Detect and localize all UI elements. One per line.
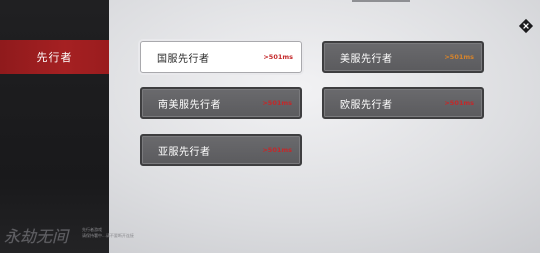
server-name: 国服先行者 [157, 53, 210, 65]
server-name: 欧服先行者 [340, 99, 393, 111]
server-button-sa[interactable]: 南美服先行者 >501ms [140, 87, 302, 119]
server-button-eu[interactable]: 欧服先行者 >501ms [322, 87, 484, 119]
top-indicator [352, 0, 410, 2]
tab-pioneer[interactable]: 先行者 [0, 40, 109, 74]
server-button-asia[interactable]: 亚服先行者 >501ms [140, 134, 302, 166]
game-logo: 永劫无间 [4, 227, 70, 246]
footer-notice: 先行者游戏 请保持署中...请不要断开连接 [82, 227, 134, 239]
tab-pioneer-label: 先行者 [36, 51, 73, 64]
server-button-cn[interactable]: 国服先行者 >501ms [140, 41, 302, 73]
server-name: 南美服先行者 [158, 99, 221, 111]
server-name: 亚服先行者 [158, 146, 211, 158]
server-name: 美服先行者 [340, 53, 393, 65]
footer-line-2: 请保持署中...请不要断开连接 [82, 233, 134, 238]
server-ping: >501ms [262, 99, 292, 107]
sidebar: 先行者 永劫无间 [0, 0, 109, 253]
server-ping: >501ms [444, 53, 474, 61]
close-icon[interactable] [517, 17, 535, 35]
server-button-us[interactable]: 美服先行者 >501ms [322, 41, 484, 73]
svg-text:永劫无间: 永劫无间 [4, 227, 70, 246]
server-ping: >501ms [444, 99, 474, 107]
server-ping: >501ms [263, 53, 293, 61]
server-ping: >501ms [262, 146, 292, 154]
